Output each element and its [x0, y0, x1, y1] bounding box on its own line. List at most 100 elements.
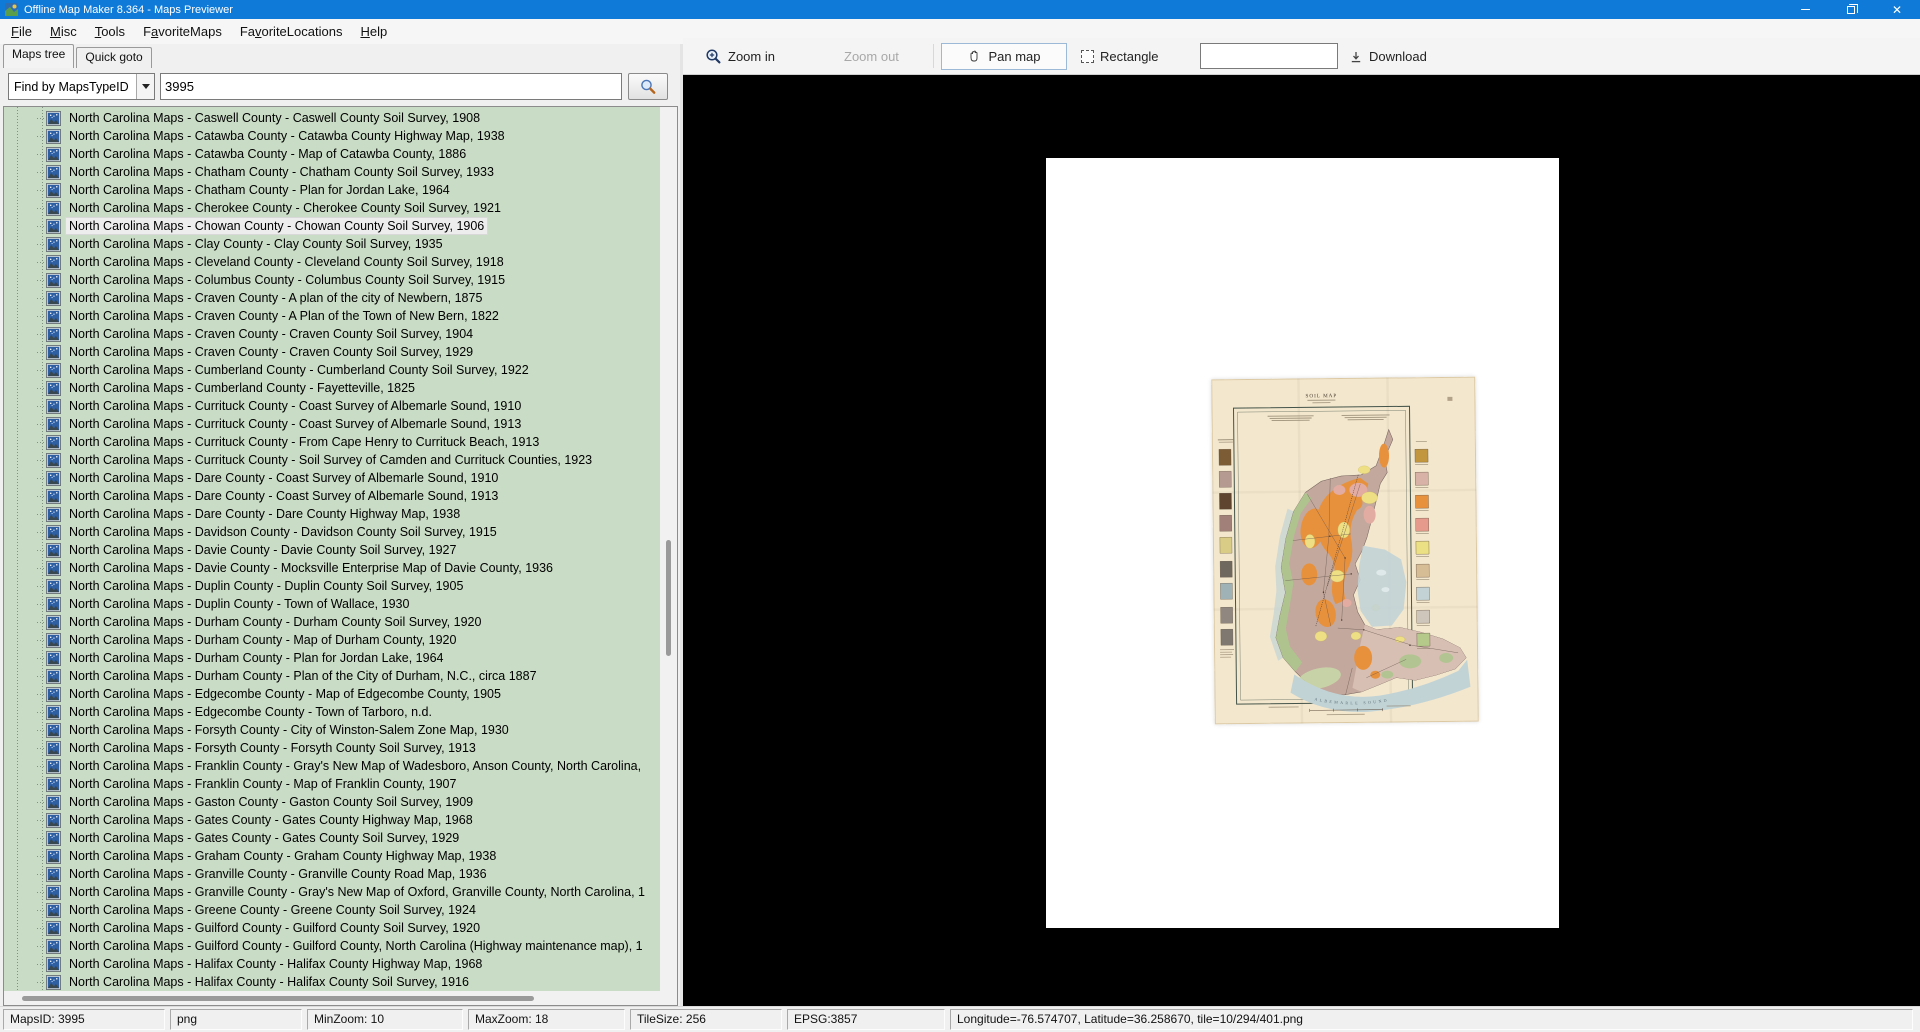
tree-row[interactable]: North Carolina Maps - Granville County -…	[4, 865, 660, 883]
tab-maps-tree[interactable]: Maps tree	[3, 44, 74, 68]
tree-row[interactable]: North Carolina Maps - Chatham County - C…	[4, 163, 660, 181]
tree-row[interactable]: North Carolina Maps - Cumberland County …	[4, 361, 660, 379]
tree-row[interactable]: North Carolina Maps - Granville County -…	[4, 883, 660, 901]
maximize-button[interactable]	[1828, 0, 1874, 19]
menu-item[interactable]: Misc	[41, 21, 86, 42]
tree-row[interactable]: North Carolina Maps - Caswell County - C…	[4, 109, 660, 127]
tree-row[interactable]: North Carolina Maps - Forsyth County - F…	[4, 739, 660, 757]
tree-row[interactable]: North Carolina Maps - Gates County - Gat…	[4, 829, 660, 847]
dropdown-arrow-button[interactable]	[136, 74, 154, 99]
horizontal-scrollbar[interactable]	[4, 991, 677, 1005]
vertical-scrollbar-thumb[interactable]	[666, 540, 671, 656]
tree-row[interactable]: North Carolina Maps - Catawba County - M…	[4, 145, 660, 163]
rectangle-button[interactable]: Rectangle	[1075, 43, 1165, 70]
tree-row[interactable]: North Carolina Maps - Clay County - Clay…	[4, 235, 660, 253]
tree-row[interactable]: North Carolina Maps - Craven County - A …	[4, 289, 660, 307]
map-title: SOIL MAP	[1305, 393, 1337, 399]
map-thumbnail-icon	[46, 237, 61, 252]
tree-row[interactable]: North Carolina Maps - Cumberland County …	[4, 379, 660, 397]
toolbar-input[interactable]	[1200, 43, 1338, 69]
tree-item-label: North Carolina Maps - Clay County - Clay…	[66, 236, 446, 252]
tree-item-label: North Carolina Maps - Durham County - Ma…	[66, 632, 459, 648]
tree-row[interactable]: North Carolina Maps - Halifax County - H…	[4, 955, 660, 973]
tree-row[interactable]: North Carolina Maps - Duplin County - To…	[4, 595, 660, 613]
tree-row[interactable]: North Carolina Maps - Currituck County -…	[4, 415, 660, 433]
tree-row[interactable]: North Carolina Maps - Currituck County -…	[4, 433, 660, 451]
tree-row[interactable]: North Carolina Maps - Edgecombe County -…	[4, 703, 660, 721]
tree-row[interactable]: North Carolina Maps - Edgecombe County -…	[4, 685, 660, 703]
tree-row[interactable]: North Carolina Maps - Catawba County - C…	[4, 127, 660, 145]
menu-item[interactable]: Help	[351, 21, 396, 42]
tree-row[interactable]: North Carolina Maps - Durham County - Pl…	[4, 649, 660, 667]
menu-item[interactable]: File	[2, 21, 41, 42]
horizontal-scrollbar-thumb[interactable]	[22, 996, 534, 1001]
map-viewport[interactable]: SOIL MAP	[683, 75, 1920, 1006]
tree-row[interactable]: North Carolina Maps - Greene County - Gr…	[4, 901, 660, 919]
minimize-button[interactable]	[1782, 0, 1828, 19]
tree-row[interactable]: North Carolina Maps - Duplin County - Du…	[4, 577, 660, 595]
menu-item[interactable]: FavoriteLocations	[231, 21, 352, 42]
tree-row[interactable]: North Carolina Maps - Guilford County - …	[4, 919, 660, 937]
search-input[interactable]	[160, 73, 622, 100]
download-button[interactable]: Download	[1343, 43, 1433, 70]
tree-row[interactable]: North Carolina Maps - Davie County - Moc…	[4, 559, 660, 577]
tree-row[interactable]: North Carolina Maps - Chatham County - P…	[4, 181, 660, 199]
pan-map-label: Pan map	[988, 49, 1040, 64]
tree-row[interactable]: North Carolina Maps - Gaston County - Ga…	[4, 793, 660, 811]
pan-map-button[interactable]: Pan map	[941, 43, 1067, 70]
tree-row[interactable]: North Carolina Maps - Forsyth County - C…	[4, 721, 660, 739]
tree-row[interactable]: North Carolina Maps - Currituck County -…	[4, 397, 660, 415]
tree-row[interactable]: North Carolina Maps - Currituck County -…	[4, 451, 660, 469]
tree-item-label: North Carolina Maps - Edgecombe County -…	[66, 704, 435, 720]
tree-row[interactable]: North Carolina Maps - Davie County - Dav…	[4, 541, 660, 559]
tree-row[interactable]: North Carolina Maps - Cherokee County - …	[4, 199, 660, 217]
tree-row[interactable]: North Carolina Maps - Guilford County - …	[4, 937, 660, 955]
tree-row[interactable]: North Carolina Maps - Gates County - Gat…	[4, 811, 660, 829]
menu-item[interactable]: Tools	[86, 21, 134, 42]
vertical-scrollbar[interactable]	[660, 107, 677, 991]
tree-item-label: North Carolina Maps - Catawba County - C…	[66, 128, 508, 144]
zoom-out-button[interactable]: Zoom out	[838, 43, 905, 70]
tab-quick-goto[interactable]: Quick goto	[76, 47, 151, 68]
tree-row[interactable]: North Carolina Maps - Dare County - Dare…	[4, 505, 660, 523]
map-page: SOIL MAP	[1046, 158, 1559, 928]
menu-item[interactable]: FavoriteMaps	[134, 21, 231, 42]
tree-item-label: North Carolina Maps - Chatham County - C…	[66, 164, 497, 180]
titlebar: Offline Map Maker 8.364 - Maps Previewer…	[0, 0, 1920, 19]
tree-row[interactable]: North Carolina Maps - Craven County - Cr…	[4, 343, 660, 361]
tree-row[interactable]: North Carolina Maps - Chowan County - Ch…	[4, 217, 660, 235]
tree-row[interactable]: North Carolina Maps - Dare County - Coas…	[4, 469, 660, 487]
tree-connector	[37, 190, 46, 191]
tree-connector	[37, 748, 46, 749]
search-button[interactable]	[628, 73, 668, 100]
tree-row[interactable]: North Carolina Maps - Graham County - Gr…	[4, 847, 660, 865]
map-thumbnail-icon	[46, 921, 61, 936]
tree-item-label: North Carolina Maps - Caswell County - C…	[66, 110, 483, 126]
find-by-dropdown[interactable]: Find by MapsTypeID	[8, 73, 155, 100]
map-thumbnail-icon	[46, 471, 61, 486]
tree-row[interactable]: North Carolina Maps - Davidson County - …	[4, 523, 660, 541]
tree-row[interactable]: North Carolina Maps - Halifax County - H…	[4, 973, 660, 991]
tree-row[interactable]: North Carolina Maps - Cleveland County -…	[4, 253, 660, 271]
tree-connector	[37, 334, 46, 335]
map-thumbnail-icon	[46, 849, 61, 864]
tree-row[interactable]: North Carolina Maps - Franklin County - …	[4, 757, 660, 775]
tree-row[interactable]: North Carolina Maps - Craven County - A …	[4, 307, 660, 325]
tree-row[interactable]: North Carolina Maps - Dare County - Coas…	[4, 487, 660, 505]
tree-item-label: North Carolina Maps - Chatham County - P…	[66, 182, 453, 198]
tree-item-label: North Carolina Maps - Guilford County - …	[66, 920, 483, 936]
tree-item-label: North Carolina Maps - Currituck County -…	[66, 416, 524, 432]
status-format: png	[170, 1009, 302, 1030]
zoom-in-button[interactable]: Zoom in	[699, 43, 781, 70]
tree-row[interactable]: North Carolina Maps - Columbus County - …	[4, 271, 660, 289]
tree-row[interactable]: North Carolina Maps - Durham County - Ma…	[4, 631, 660, 649]
tree-rows: North Carolina Maps - Caswell County - C…	[4, 109, 660, 991]
tree-row[interactable]: North Carolina Maps - Franklin County - …	[4, 775, 660, 793]
tree-row[interactable]: North Carolina Maps - Craven County - Cr…	[4, 325, 660, 343]
tree-connector	[37, 154, 46, 155]
close-button[interactable]: ✕	[1874, 0, 1920, 19]
tree-row[interactable]: North Carolina Maps - Durham County - Pl…	[4, 667, 660, 685]
maps-tree-list[interactable]: North Carolina Maps - Caswell County - C…	[4, 107, 660, 991]
tree-item-label: North Carolina Maps - Craven County - A …	[66, 308, 502, 324]
tree-row[interactable]: North Carolina Maps - Durham County - Du…	[4, 613, 660, 631]
